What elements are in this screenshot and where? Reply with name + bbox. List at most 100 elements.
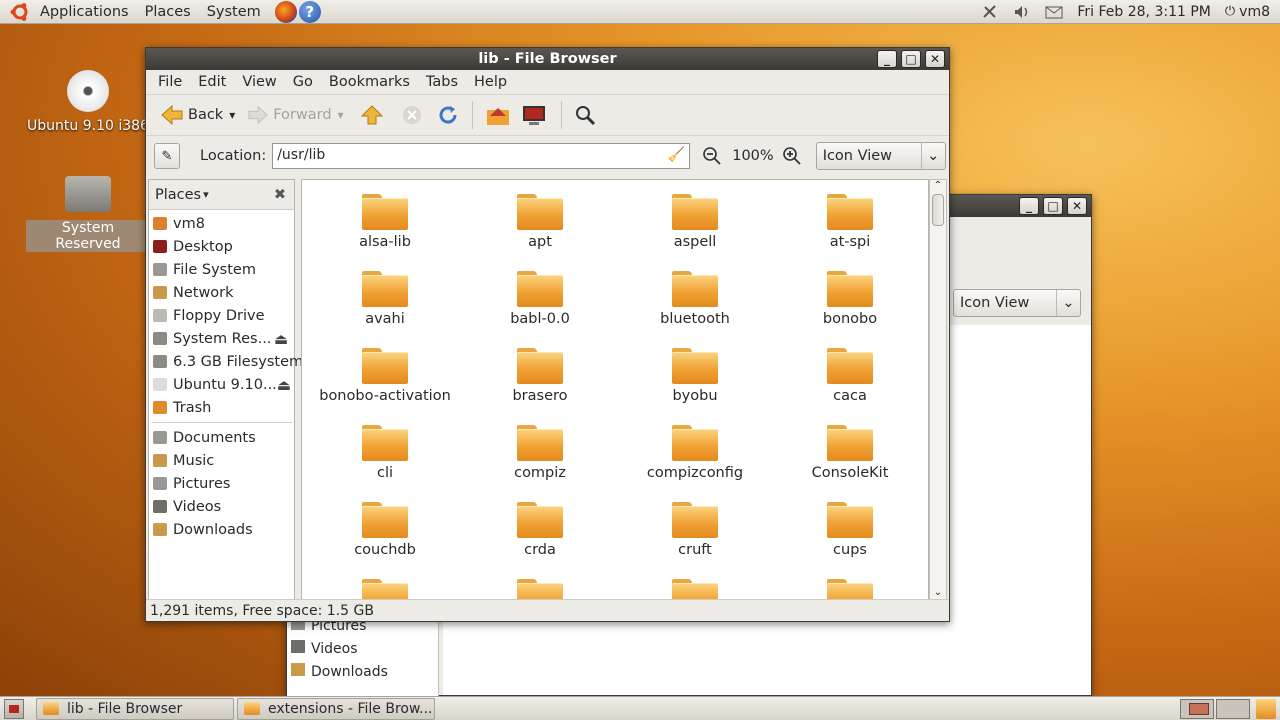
workspace-2[interactable]	[1216, 698, 1250, 719]
menu-view[interactable]: View	[234, 74, 284, 90]
up-arrow-icon[interactable]	[360, 104, 384, 126]
file-item[interactable]	[775, 579, 925, 599]
sidebar-item-pictures[interactable]: Pictures	[149, 472, 294, 495]
file-item[interactable]: ConsoleKit	[775, 425, 925, 481]
menu-file[interactable]: File	[150, 74, 190, 90]
eject-icon[interactable]: ⏏	[277, 376, 291, 394]
menu-go[interactable]: Go	[285, 74, 321, 90]
minimize-button[interactable]: _	[877, 50, 897, 68]
sidebar-item-desktop[interactable]: Desktop	[149, 235, 294, 258]
menu-bookmarks[interactable]: Bookmarks	[321, 74, 418, 90]
file-item[interactable]: couchdb	[310, 502, 460, 558]
sidebar-item-network[interactable]: Network	[149, 281, 294, 304]
clear-icon[interactable]: 🧹	[668, 147, 685, 163]
desktop-icon-system-reserved[interactable]: System Reserved	[26, 172, 150, 252]
close-button[interactable]: ✕	[1067, 197, 1087, 215]
ubuntu-logo-icon[interactable]	[10, 2, 30, 22]
sidebar-item-trash[interactable]: Trash	[149, 396, 294, 419]
maximize-button[interactable]: □	[1043, 197, 1063, 215]
sidebar-item-6-3-gb-filesystem[interactable]: 6.3 GB Filesystem	[149, 350, 303, 373]
clock[interactable]: Fri Feb 28, 3:11 PM	[1077, 4, 1211, 20]
file-item[interactable]: cli	[310, 425, 460, 481]
file-item[interactable]: aspell	[620, 194, 770, 250]
menu-help[interactable]: Help	[466, 74, 515, 90]
file-item[interactable]: apt	[465, 194, 615, 250]
minimize-button[interactable]: _	[1019, 197, 1039, 215]
file-item[interactable]: bonobo	[775, 271, 925, 327]
zoom-out-icon[interactable]	[702, 146, 722, 166]
file-item[interactable]: bonobo-activation	[310, 348, 460, 404]
show-desktop-button[interactable]	[4, 698, 24, 719]
file-item[interactable]	[620, 579, 770, 599]
sidebar-type-selector[interactable]: Places ▾	[155, 187, 209, 203]
back-history-chevron-icon[interactable]: ▾	[229, 108, 235, 122]
file-item[interactable]: byobu	[620, 348, 770, 404]
location-input[interactable]: /usr/lib 🧹	[272, 143, 691, 169]
help-icon[interactable]: ?	[298, 0, 321, 23]
file-browser-window[interactable]: lib - File Browser _ □ ✕ File Edit View …	[145, 47, 950, 622]
back-button[interactable]: Back	[154, 104, 229, 126]
window-titlebar[interactable]: lib - File Browser _ □ ✕	[146, 48, 949, 70]
sidebar-item-downloads[interactable]: Downloads	[149, 518, 294, 541]
mail-icon[interactable]	[1045, 4, 1063, 20]
sidebar-item-system-res[interactable]: System Res... ⏏	[149, 327, 294, 350]
volume-icon[interactable]	[1013, 4, 1031, 20]
trash-icon[interactable]	[1256, 698, 1276, 719]
menu-edit[interactable]: Edit	[190, 74, 234, 90]
zoom-in-icon[interactable]	[782, 146, 802, 166]
file-item[interactable]: at-spi	[775, 194, 925, 250]
close-sidebar-icon[interactable]: ✖	[274, 187, 286, 203]
close-button[interactable]: ✕	[925, 50, 945, 68]
scroll-down-icon[interactable]: ⌄	[930, 587, 946, 599]
task-lib-file-browser[interactable]: lib - File Browser	[36, 697, 234, 720]
sidebar-item-file-system[interactable]: File System	[149, 258, 294, 281]
search-icon[interactable]	[574, 104, 598, 126]
maximize-button[interactable]: □	[901, 50, 921, 68]
toggle-location-entry-button[interactable]: ✎	[154, 143, 180, 169]
task-extensions-file-browser[interactable]: extensions - File Brow...	[237, 697, 435, 720]
home-icon[interactable]	[485, 104, 511, 126]
menu-tabs[interactable]: Tabs	[418, 74, 466, 90]
desktop-icon-ubuntu-cd[interactable]: Ubuntu 9.10 i386	[26, 70, 150, 134]
sidebar-item-ubuntu-9-10[interactable]: Ubuntu 9.10... ⏏	[149, 373, 294, 396]
sidebar-item-documents[interactable]: Documents	[149, 426, 294, 449]
file-item[interactable]: compiz	[465, 425, 615, 481]
firefox-icon[interactable]	[274, 0, 297, 23]
file-item[interactable]: bluetooth	[620, 271, 770, 327]
vertical-scrollbar[interactable]: ⌃ ⌄	[929, 179, 947, 600]
sidebar-item-downloads[interactable]: Downloads	[291, 663, 388, 680]
file-item[interactable]: alsa-lib	[310, 194, 460, 250]
sidebar-item-music[interactable]: Music	[149, 449, 294, 472]
file-item[interactable]: babl-0.0	[465, 271, 615, 327]
file-item[interactable]	[310, 579, 460, 599]
view-mode-combo[interactable]: Icon View ⌄	[815, 142, 946, 170]
file-item[interactable]: cruft	[620, 502, 770, 558]
eject-icon[interactable]: ⏏	[274, 330, 288, 348]
file-item[interactable]: brasero	[465, 348, 615, 404]
sidebar-item-videos[interactable]: Videos	[291, 640, 358, 657]
workspace-1[interactable]	[1180, 698, 1214, 719]
file-item[interactable]	[465, 579, 615, 599]
sidebar-item-vm8[interactable]: vm8	[149, 212, 294, 235]
system-menu[interactable]: System	[199, 4, 269, 20]
user-menu[interactable]: ⏻ vm8	[1225, 4, 1270, 20]
view-mode-combo[interactable]: Icon View ⌄	[953, 289, 1081, 317]
file-item[interactable]: cups	[775, 502, 925, 558]
zoom-level[interactable]: 100%	[732, 148, 773, 164]
file-item[interactable]: crda	[465, 502, 615, 558]
file-item[interactable]: avahi	[310, 271, 460, 327]
file-item[interactable]: compizconfig	[620, 425, 770, 481]
forward-history-chevron-icon[interactable]: ▾	[338, 108, 344, 122]
applications-menu[interactable]: Applications	[32, 4, 137, 20]
scrollbar-thumb[interactable]	[932, 194, 944, 226]
sidebar-item-videos[interactable]: Videos	[149, 495, 294, 518]
network-disconnected-icon[interactable]	[981, 4, 999, 20]
file-item[interactable]: caca	[775, 348, 925, 404]
stop-icon[interactable]	[400, 104, 424, 126]
computer-icon[interactable]	[521, 104, 547, 126]
reload-icon[interactable]	[436, 104, 460, 126]
scroll-up-icon[interactable]: ⌃	[930, 180, 946, 192]
places-menu[interactable]: Places	[137, 4, 199, 20]
sidebar-item-floppy-drive[interactable]: Floppy Drive	[149, 304, 294, 327]
forward-button[interactable]: Forward	[241, 105, 337, 125]
